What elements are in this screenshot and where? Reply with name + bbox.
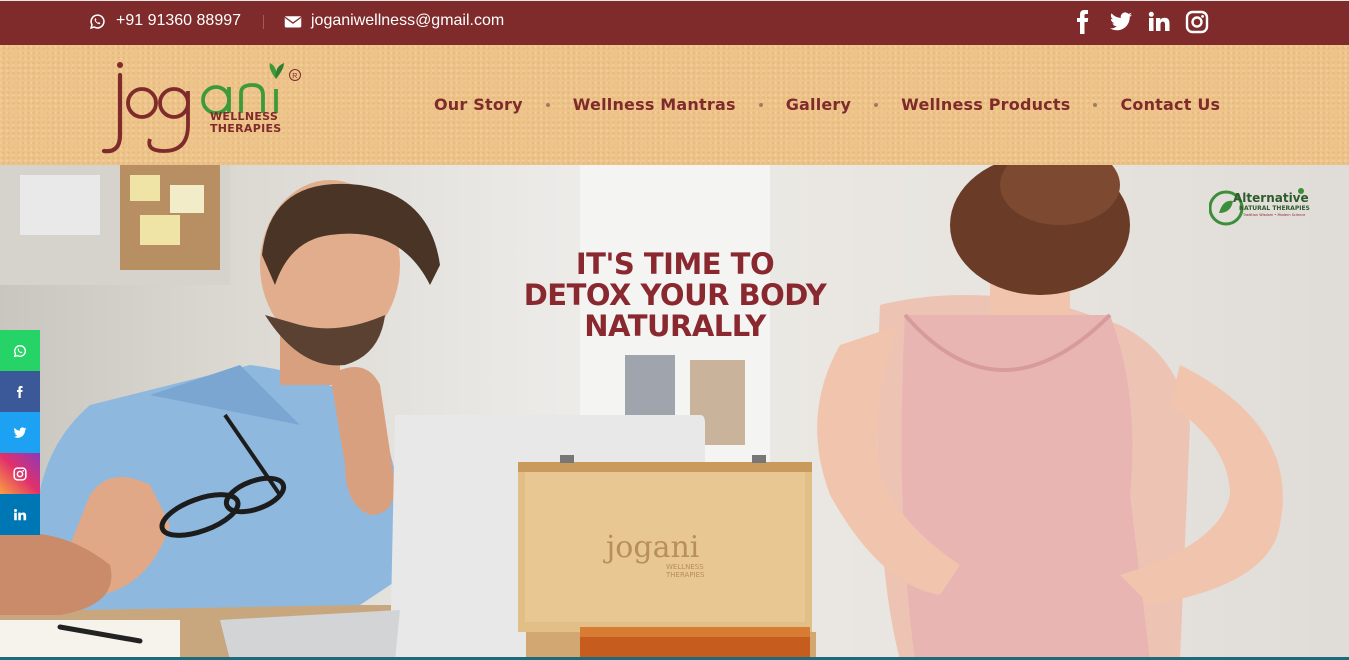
twitter-icon bbox=[13, 426, 27, 438]
envelope-icon bbox=[284, 13, 302, 30]
badge-subtitle: NATURAL THERAPIES bbox=[1239, 205, 1310, 212]
email-address: joganiwellness@gmail.com bbox=[311, 12, 505, 29]
float-whatsapp-button[interactable] bbox=[0, 330, 40, 371]
hero-headline-line2: DETOX YOUR BODY bbox=[523, 278, 827, 312]
top-contact-bar: +91 91360 88997 joganiwellness@gmail.com bbox=[0, 0, 1349, 45]
nav-separator bbox=[874, 102, 879, 107]
phone-contact[interactable]: +91 91360 88997 bbox=[89, 12, 241, 30]
alternative-therapies-badge: Alternative NATURAL THERAPIES Tradition … bbox=[1209, 187, 1329, 229]
float-linkedin-button[interactable] bbox=[0, 494, 40, 535]
logo-tagline-line2: THERAPIES bbox=[210, 122, 282, 135]
instagram-icon[interactable] bbox=[1185, 10, 1209, 34]
twitter-icon[interactable] bbox=[1109, 10, 1133, 34]
box-engraved-logo: jogani WELLNESS THERAPIES bbox=[606, 530, 704, 580]
float-twitter-button[interactable] bbox=[0, 412, 40, 453]
whatsapp-icon bbox=[13, 344, 26, 357]
nav-our-story[interactable]: Our Story bbox=[434, 95, 523, 114]
instagram-icon bbox=[13, 466, 27, 481]
facebook-icon bbox=[17, 385, 23, 398]
nav-separator bbox=[758, 102, 763, 107]
main-navigation: Our Story Wellness Mantras Gallery Welln… bbox=[434, 95, 1220, 114]
box-tagline-line1: WELLNESS bbox=[666, 563, 704, 571]
nav-wellness-products[interactable]: Wellness Products bbox=[901, 95, 1070, 114]
linkedin-icon[interactable] bbox=[1147, 10, 1171, 34]
nav-wellness-mantras[interactable]: Wellness Mantras bbox=[573, 95, 736, 114]
nav-separator bbox=[1093, 102, 1098, 107]
hero-headline: IT'S TIME TO DETOX YOUR BODY NATURALLY bbox=[490, 249, 860, 342]
box-tagline-line2: THERAPIES bbox=[666, 571, 705, 579]
site-logo[interactable]: R WELLNESS THERAPIES bbox=[98, 55, 308, 159]
badge-caption: Tradition Wisdom • Modern Science bbox=[1243, 213, 1306, 217]
whatsapp-icon bbox=[89, 13, 106, 30]
float-instagram-button[interactable] bbox=[0, 453, 40, 494]
hero-headline-line1: IT'S TIME TO bbox=[575, 247, 775, 281]
nav-contact-us[interactable]: Contact Us bbox=[1120, 95, 1220, 114]
hero-headline-line3: NATURALLY bbox=[584, 309, 766, 343]
floating-social-bar bbox=[0, 330, 40, 535]
box-brand: jogani bbox=[606, 530, 700, 565]
hero-banner[interactable]: jogani WELLNESS THERAPIES IT'S TIME TO D… bbox=[0, 165, 1349, 660]
nav-gallery[interactable]: Gallery bbox=[786, 95, 851, 114]
topbar-divider bbox=[263, 15, 264, 29]
topbar-social-links bbox=[1071, 10, 1209, 34]
logo-tagline: WELLNESS THERAPIES bbox=[210, 111, 282, 135]
nav-separator bbox=[545, 102, 550, 107]
phone-number: +91 91360 88997 bbox=[116, 12, 242, 29]
svg-text:R: R bbox=[292, 73, 297, 80]
email-contact[interactable]: joganiwellness@gmail.com bbox=[284, 12, 504, 30]
linkedin-icon bbox=[14, 508, 27, 520]
site-header: R WELLNESS THERAPIES Our Story Wellness … bbox=[0, 45, 1349, 165]
float-facebook-button[interactable] bbox=[0, 371, 40, 412]
badge-title: Alternative bbox=[1233, 191, 1309, 205]
facebook-icon[interactable] bbox=[1071, 10, 1095, 34]
hero-illustration bbox=[0, 165, 1349, 660]
